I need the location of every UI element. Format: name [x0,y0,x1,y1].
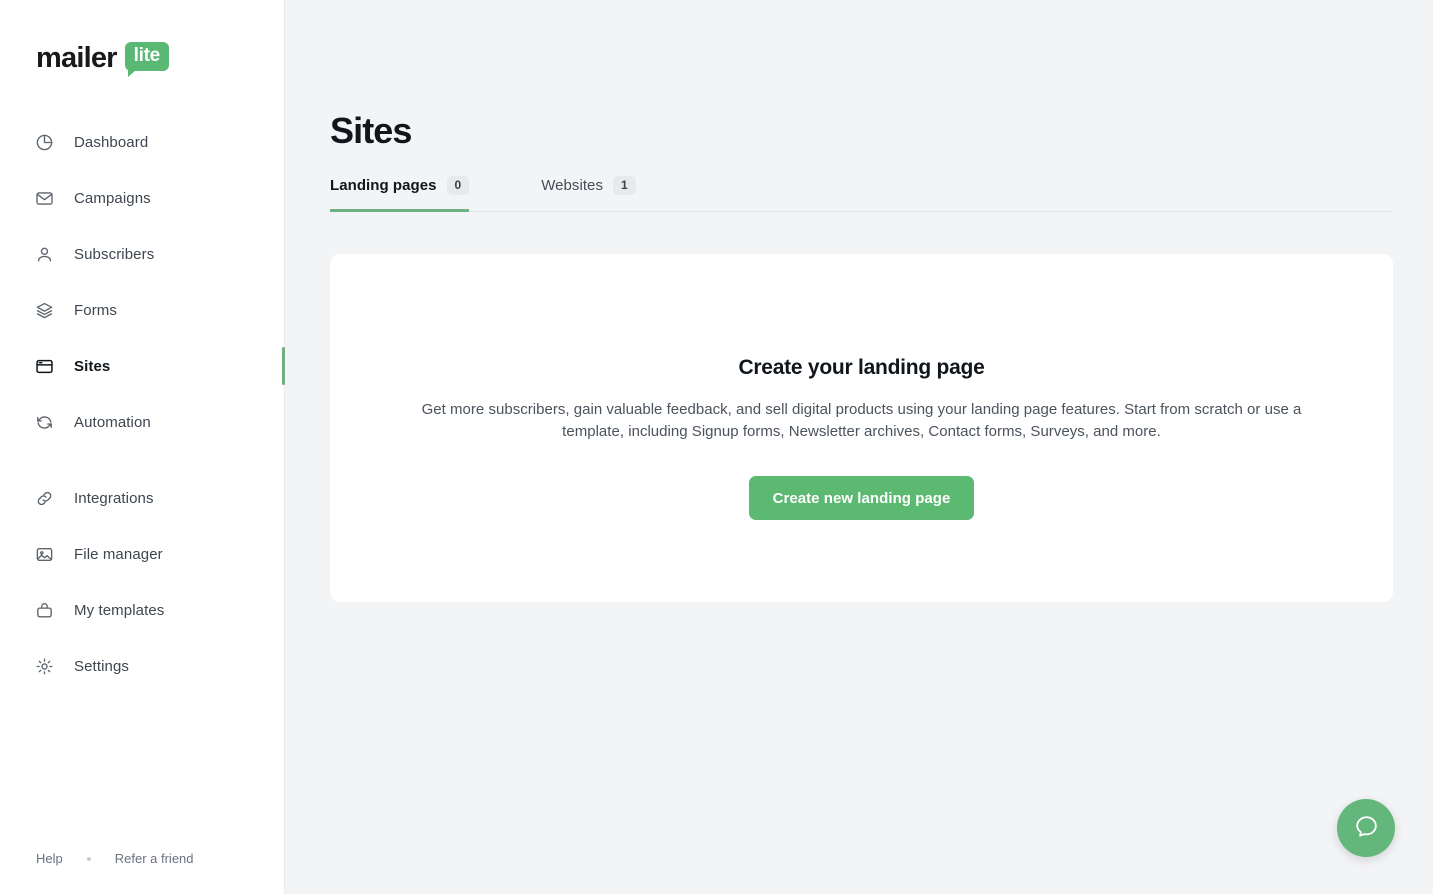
sidebar-item-file-manager[interactable]: File manager [0,534,284,574]
browser-icon [34,356,54,376]
sidebar-item-settings[interactable]: Settings [0,646,284,686]
sidebar-item-label: Forms [74,301,117,319]
page-title: Sites [330,110,412,151]
sidebar-item-integrations[interactable]: Integrations [0,478,284,518]
briefcase-icon [34,600,54,620]
sidebar-group-secondary: Integrations File manager My templates S… [0,478,284,686]
chat-bubble-icon [1353,813,1380,843]
footer-separator-dot [86,856,91,861]
sidebar-item-automation[interactable]: Automation [0,402,284,442]
sidebar-group-primary: Dashboard Campaigns Subscribers Forms Si… [0,122,285,442]
sidebar-item-label: Automation [74,413,151,431]
refresh-icon [34,412,54,432]
logo-wordmark: mailer [36,42,117,74]
tab-label: Landing pages [330,177,437,194]
sidebar-item-dashboard[interactable]: Dashboard [0,122,284,162]
sidebar-item-sites[interactable]: Sites [0,346,285,386]
tab-badge-count: 1 [613,176,636,195]
main-content: Sites Landing pages 0 Websites 1 Create … [285,0,1433,894]
create-new-landing-page-button[interactable]: Create new landing page [748,476,975,520]
sidebar-item-label: Integrations [74,489,154,507]
tab-landing-pages[interactable]: Landing pages 0 [330,170,470,212]
help-chat-button[interactable] [1337,799,1395,857]
envelope-icon [34,188,54,208]
empty-state-description: Get more subscribers, gain valuable feed… [421,401,1302,440]
person-icon [34,244,54,264]
sidebar-footer: Help Refer a friend [36,851,194,866]
sidebar-item-campaigns[interactable]: Campaigns [0,178,284,218]
image-icon [34,544,54,564]
sidebar-item-label: My templates [74,601,165,619]
sidebar-item-forms[interactable]: Forms [0,290,284,330]
empty-state-card: Create your landing page Get more subscr… [330,254,1393,602]
link-icon [34,488,54,508]
sidebar-item-subscribers[interactable]: Subscribers [0,234,284,274]
tab-badge-count: 0 [446,176,470,195]
logo-lite-badge: lite [124,42,169,77]
sidebar-item-label: Campaigns [74,189,151,207]
sidebar-item-label: Dashboard [74,133,149,151]
gear-icon [34,656,54,676]
app-root: mailer lite Dashboard Campaigns Subscrib… [0,0,1433,894]
tab-label: Websites [541,177,604,194]
empty-state-heading: Create your landing page [738,356,985,379]
pie-chart-icon [34,132,54,152]
sidebar-nav: Dashboard Campaigns Subscribers Forms Si… [0,122,285,702]
tab-bar: Landing pages 0 Websites 1 [330,170,1393,212]
sidebar-item-my-templates[interactable]: My templates [0,590,284,630]
mailerlite-logo[interactable]: mailer lite [36,40,169,80]
help-link[interactable]: Help [36,851,63,866]
layers-icon [34,300,54,320]
sidebar-item-label: Subscribers [74,245,155,263]
tab-websites[interactable]: Websites 1 [541,170,636,211]
sidebar: mailer lite Dashboard Campaigns Subscrib… [0,0,285,894]
sidebar-item-label: Settings [74,657,129,675]
sidebar-item-label: File manager [74,545,163,563]
refer-a-friend-link[interactable]: Refer a friend [115,851,194,866]
sidebar-item-label: Sites [74,357,111,375]
